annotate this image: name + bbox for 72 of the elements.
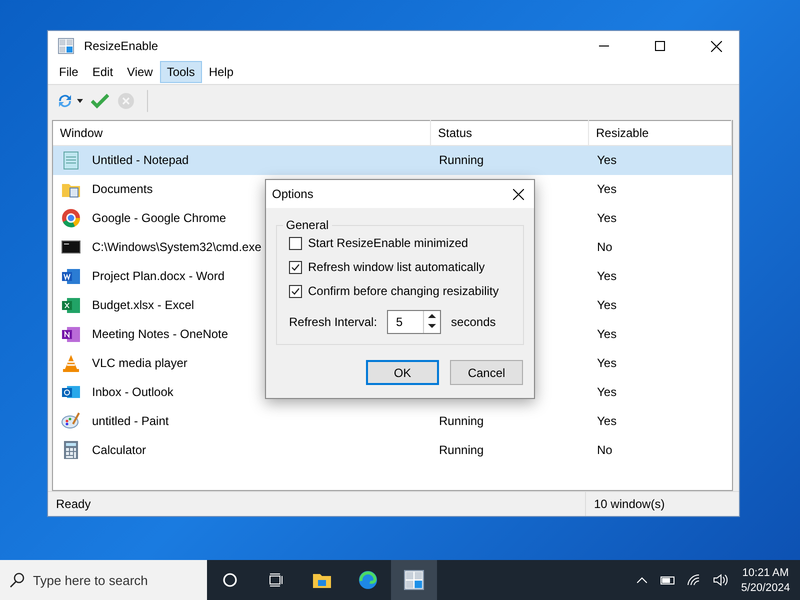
search-icon bbox=[9, 572, 25, 588]
minimize-icon[interactable] bbox=[599, 45, 609, 47]
document-icon bbox=[61, 266, 81, 286]
window-name[interactable]: Meeting Notes - OneNote bbox=[92, 327, 228, 342]
clock-time[interactable]: 10:21 AM bbox=[742, 566, 789, 578]
notepad-icon bbox=[61, 150, 81, 170]
checkbox[interactable] bbox=[289, 260, 302, 274]
window-name[interactable]: Documents bbox=[92, 182, 153, 196]
cancel-button[interactable]: Cancel bbox=[450, 360, 523, 385]
resizable-text: Yes bbox=[597, 298, 617, 312]
calculator-icon bbox=[61, 440, 81, 460]
status-text: Running bbox=[439, 443, 484, 458]
resizable-text: Yes bbox=[597, 211, 617, 226]
checkbox-label: Refresh window list automatically bbox=[308, 260, 485, 274]
window-title: ResizeEnable bbox=[84, 39, 160, 53]
resizable-text: No bbox=[597, 240, 612, 254]
maximize-icon[interactable] bbox=[655, 41, 665, 51]
close-icon[interactable] bbox=[513, 188, 524, 200]
checkbox[interactable] bbox=[289, 284, 302, 298]
interval-spinbox[interactable]: 5 bbox=[387, 310, 442, 334]
resizable-text: Yes bbox=[597, 385, 617, 400]
window-name[interactable]: Inbox - Outlook bbox=[92, 385, 174, 400]
window-name[interactable]: Untitled - Notepad bbox=[92, 153, 189, 168]
resizable-text: Yes bbox=[597, 327, 617, 342]
app-icon bbox=[404, 570, 424, 590]
resizable-text: Yes bbox=[597, 153, 617, 168]
resizable-text: Yes bbox=[597, 414, 617, 428]
interval-unit: seconds bbox=[451, 315, 496, 329]
palette-icon bbox=[61, 411, 81, 432]
close-icon[interactable] bbox=[710, 40, 722, 52]
menu-item[interactable]: Help bbox=[202, 61, 241, 84]
taskbar-app-icon[interactable] bbox=[391, 560, 437, 600]
window-count: 10 window(s) bbox=[585, 492, 739, 516]
checkbox-label: Confirm before changing resizability bbox=[308, 284, 499, 298]
checkmark-icon bbox=[91, 92, 109, 109]
resizable-text: Yes bbox=[597, 356, 617, 370]
window-name[interactable]: VLC media player bbox=[92, 356, 188, 370]
battery-icon[interactable] bbox=[659, 575, 676, 585]
spreadsheet-icon bbox=[61, 295, 81, 316]
app-icon bbox=[58, 38, 74, 54]
resizable-text: Yes bbox=[597, 269, 617, 284]
menu-item[interactable]: View bbox=[120, 61, 160, 84]
window-name[interactable]: Project Plan.docx - Word bbox=[92, 269, 224, 284]
dialog-title: Options bbox=[272, 187, 314, 201]
chevron-up-icon[interactable] bbox=[637, 577, 648, 583]
browser-icon bbox=[61, 208, 81, 228]
window-name[interactable]: untitled - Paint bbox=[92, 414, 169, 428]
speaker-icon[interactable] bbox=[713, 574, 730, 586]
window-name[interactable]: Calculator bbox=[92, 443, 146, 458]
checkbox[interactable] bbox=[289, 236, 302, 250]
wifi-icon[interactable] bbox=[687, 574, 702, 586]
group-label: General bbox=[285, 218, 330, 232]
window-name[interactable]: Google - Google Chrome bbox=[92, 211, 226, 226]
resizable-text: Yes bbox=[597, 182, 617, 196]
clock-date[interactable]: 5/20/2024 bbox=[741, 582, 790, 594]
caret-icon bbox=[77, 98, 83, 103]
menu-item[interactable]: Tools bbox=[160, 61, 202, 84]
window-name[interactable]: Budget.xlsx - Excel bbox=[92, 298, 194, 312]
cancel-icon bbox=[117, 92, 135, 110]
interval-label: Refresh Interval: bbox=[289, 315, 378, 329]
menu-item[interactable]: File bbox=[52, 61, 86, 84]
status-text: Running bbox=[439, 414, 484, 428]
search-field[interactable]: Type here to search bbox=[0, 560, 207, 600]
checkbox-label: Start ResizeEnable minimized bbox=[308, 236, 468, 250]
status-text: Ready bbox=[55, 497, 92, 512]
resizable-text: No bbox=[597, 443, 612, 458]
menu-item[interactable]: Edit bbox=[85, 61, 120, 84]
status-text: Running bbox=[439, 153, 484, 168]
notebook-icon bbox=[61, 324, 81, 344]
traffic-cone-icon bbox=[61, 353, 81, 374]
window-name[interactable]: C:\Windows\System32\cmd.exe bbox=[92, 240, 262, 254]
ok-button[interactable]: OK bbox=[366, 360, 439, 385]
